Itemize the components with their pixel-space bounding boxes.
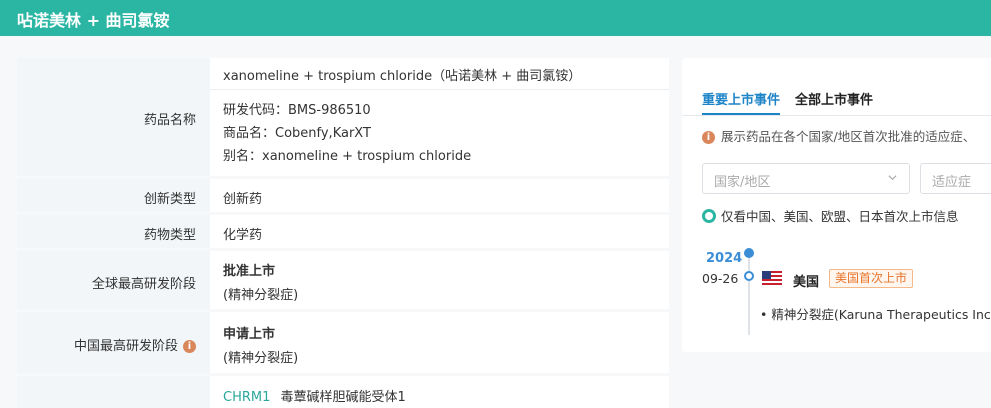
filter-label: 仅看中国、美国、欧盟、日本首次上市信息 (721, 209, 959, 224)
china-stage-indication: (精神分裂症) (223, 351, 299, 366)
row-drug-type: 药物类型 化学药 (17, 215, 669, 248)
china-stage-value: 申请上市 (223, 327, 276, 342)
hint-text: i 展示药品在各个国家/地区首次批准的适应症、 (702, 126, 975, 145)
info-circle-icon[interactable]: i (183, 340, 196, 353)
drug-type-value: 化学药 (223, 228, 263, 243)
tab-important-launch-events[interactable]: 重要上市事件 (702, 89, 780, 108)
launch-events-panel: 重要上市事件 全部上市事件 i 展示药品在各个国家/地区首次批准的适应症、 国家/… (682, 58, 991, 352)
drug-name-full: xanomeline + trospium chloride（呫诺美林 + 曲司… (223, 69, 582, 84)
filter-major-markets[interactable]: 仅看中国、美国、欧盟、日本首次上市信息 (702, 206, 959, 225)
radio-icon[interactable] (702, 209, 716, 223)
event-indication: • 精神分裂症(Karuna Therapeutics Inc) (760, 307, 991, 322)
global-stage-indication: (精神分裂症) (223, 288, 299, 303)
page-header: 呫诺美林 + 曲司氯铵 (0, 0, 991, 36)
target-info: CHRM1 毒蕈碱样胆碱能受体1 (223, 386, 406, 405)
timeline-year-dot (744, 248, 754, 258)
timeline-year: 2024 (706, 251, 743, 266)
row-global-stage: 全球最高研发阶段 批准上市 (精神分裂症) (17, 251, 669, 309)
tab-all-launch-events[interactable]: 全部上市事件 (795, 89, 873, 108)
rd-code: 研发代码：BMS-986510 (223, 103, 371, 118)
country-select-placeholder: 国家/地区 (714, 175, 771, 190)
info-circle-icon: i (702, 131, 715, 144)
innovation-type-value: 创新药 (223, 192, 263, 207)
timeline-date: 09-26 (702, 271, 739, 286)
row-china-stage: 中国最高研发阶段 i 申请上市 (精神分裂症) (17, 312, 669, 373)
label-global-stage: 全球最高研发阶段 (91, 277, 196, 292)
us-flag-icon (762, 271, 782, 285)
global-stage-value: 批准上市 (223, 264, 276, 279)
alias: 别名：xanomeline + trospium chloride (223, 149, 472, 164)
country-region-select[interactable]: 国家/地区 (702, 163, 910, 194)
label-drug-type: 药物类型 (143, 228, 196, 243)
tab-border (682, 115, 991, 116)
page-title: 呫诺美林 + 曲司氯铵 (17, 11, 170, 30)
timeline-event-dot (744, 271, 754, 281)
row-innovation-type: 创新类型 创新药 (17, 179, 669, 212)
chevron-down-icon (888, 175, 897, 181)
indication-select-placeholder: 适应症 (932, 175, 972, 190)
event-country: 美国 (793, 275, 820, 290)
trade-name: 商品名：Cobenfy,KarXT (223, 126, 371, 141)
row-target: CHRM1 毒蕈碱样胆碱能受体1 (17, 376, 669, 408)
label-china-stage: 中国最高研发阶段 (73, 339, 178, 354)
row-divider (210, 89, 669, 90)
target-name: 毒蕈碱样胆碱能受体1 (280, 390, 406, 405)
target-code-link[interactable]: CHRM1 (223, 390, 270, 405)
first-launch-badge: 美国首次上市 (829, 269, 914, 288)
label-innovation-type: 创新类型 (143, 192, 196, 207)
row-drug-name: 药品名称 xanomeline + trospium chloride（呫诺美林… (17, 58, 669, 176)
label-drug-name: 药品名称 (143, 113, 196, 128)
indication-select[interactable]: 适应症 (920, 163, 991, 194)
timeline-line (748, 251, 750, 335)
